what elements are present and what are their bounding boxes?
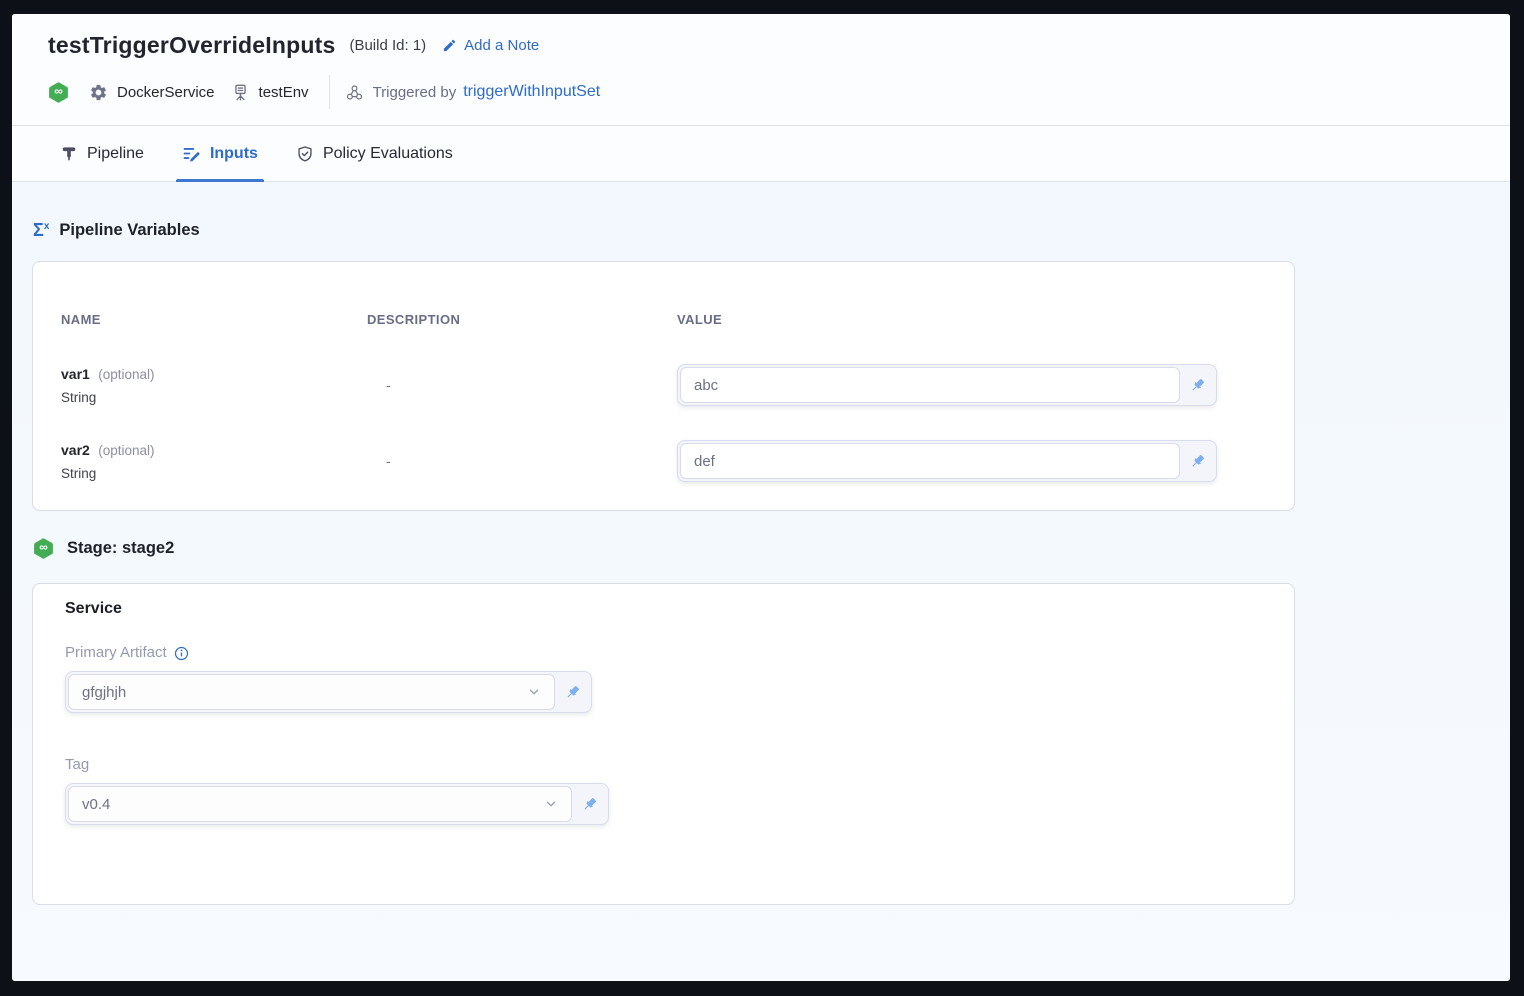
variable-value-cell bbox=[677, 364, 1254, 406]
primary-artifact-dropdown[interactable]: gfgjhjh bbox=[68, 674, 555, 710]
pin-button[interactable] bbox=[1180, 367, 1214, 403]
app-window: testTriggerOverrideInputs (Build Id: 1) … bbox=[12, 14, 1510, 981]
column-description: DESCRIPTION bbox=[367, 312, 677, 328]
pencil-icon bbox=[442, 38, 457, 53]
service-name: DockerService bbox=[117, 84, 215, 101]
variable-name: var1 bbox=[61, 366, 90, 382]
trigger-icon bbox=[345, 83, 364, 102]
add-note-label: Add a Note bbox=[464, 37, 539, 54]
stage-service-card: Service Primary Artifact gfgjhjh bbox=[32, 583, 1295, 905]
pipeline-icon bbox=[60, 145, 78, 163]
service-card-title: Service bbox=[65, 599, 1254, 619]
pin-button[interactable] bbox=[1180, 443, 1214, 479]
dropdown-group: gfgjhjh bbox=[65, 671, 592, 713]
variables-table-header: NAME DESCRIPTION VALUE bbox=[61, 312, 1254, 328]
tab-label: Policy Evaluations bbox=[323, 145, 453, 163]
variable-type: String bbox=[61, 390, 367, 405]
variable-description: - bbox=[367, 377, 677, 393]
cd-module-icon: ∞ bbox=[48, 82, 69, 103]
chevron-down-icon bbox=[527, 685, 541, 699]
tab-label: Inputs bbox=[210, 145, 258, 163]
tag-label: Tag bbox=[65, 755, 1254, 775]
tab-inputs[interactable]: Inputs bbox=[182, 126, 258, 181]
environment-name: testEnv bbox=[259, 84, 309, 101]
stage-heading: ∞ Stage: stage2 bbox=[32, 536, 1510, 560]
tag-field: v0.4 bbox=[65, 783, 1254, 825]
tab-bar: Pipeline Inputs Policy Evaluations bbox=[12, 125, 1510, 182]
chevron-down-icon bbox=[544, 797, 558, 811]
var1-value-input[interactable] bbox=[680, 367, 1180, 403]
environment-icon bbox=[231, 83, 250, 102]
divider bbox=[329, 75, 330, 109]
cd-stage-icon: ∞ bbox=[33, 538, 54, 559]
dropdown-value: v0.4 bbox=[82, 796, 110, 813]
build-id: (Build Id: 1) bbox=[349, 37, 426, 54]
pin-icon bbox=[581, 796, 598, 813]
pipeline-variables-heading: Σx Pipeline Variables bbox=[32, 218, 1510, 242]
pin-icon bbox=[1189, 377, 1206, 394]
variable-value-cell bbox=[677, 440, 1254, 482]
page-title: testTriggerOverrideInputs bbox=[48, 32, 335, 59]
column-name: NAME bbox=[61, 312, 367, 328]
meta-row: ∞ DockerService testEnv Triggered by tri… bbox=[48, 73, 1510, 111]
tab-label: Pipeline bbox=[87, 145, 144, 163]
value-input-group bbox=[677, 440, 1217, 482]
tag-dropdown[interactable]: v0.4 bbox=[68, 786, 572, 822]
primary-artifact-label: Primary Artifact bbox=[65, 643, 1254, 663]
column-value: VALUE bbox=[677, 312, 1254, 328]
dropdown-value: gfgjhjh bbox=[82, 684, 126, 701]
variable-name-cell: var1 (optional) String bbox=[61, 366, 367, 405]
triggered-by-label: Triggered by bbox=[373, 84, 457, 101]
add-note-link[interactable]: Add a Note bbox=[442, 37, 539, 54]
inputs-tab-content: Σx Pipeline Variables NAME DESCRIPTION V… bbox=[12, 182, 1510, 981]
variable-type: String bbox=[61, 466, 367, 481]
pin-icon bbox=[564, 684, 581, 701]
dropdown-group: v0.4 bbox=[65, 783, 609, 825]
value-input-group bbox=[677, 364, 1217, 406]
tab-policy-evaluations[interactable]: Policy Evaluations bbox=[296, 126, 453, 181]
sigma-variables-icon: Σx bbox=[33, 221, 49, 239]
header: testTriggerOverrideInputs (Build Id: 1) … bbox=[12, 14, 1510, 111]
title-row: testTriggerOverrideInputs (Build Id: 1) … bbox=[48, 30, 1510, 60]
var2-value-input[interactable] bbox=[680, 443, 1180, 479]
pipeline-variables-card: NAME DESCRIPTION VALUE var1 (optional) S… bbox=[32, 261, 1295, 511]
variable-name-cell: var2 (optional) String bbox=[61, 442, 367, 481]
pin-button[interactable] bbox=[555, 674, 589, 710]
optional-label: (optional) bbox=[98, 367, 154, 382]
info-icon[interactable] bbox=[174, 646, 189, 661]
inputs-icon bbox=[182, 144, 201, 163]
table-row: var1 (optional) String - bbox=[61, 364, 1254, 406]
optional-label: (optional) bbox=[98, 443, 154, 458]
trigger-link[interactable]: triggerWithInputSet bbox=[463, 83, 600, 101]
primary-artifact-field: gfgjhjh bbox=[65, 671, 1254, 713]
service-gear-icon bbox=[89, 83, 108, 102]
tab-pipeline[interactable]: Pipeline bbox=[60, 126, 144, 181]
stage-title: Stage: stage2 bbox=[67, 539, 174, 558]
table-row: var2 (optional) String - bbox=[61, 440, 1254, 482]
pin-icon bbox=[1189, 453, 1206, 470]
shield-check-icon bbox=[296, 145, 314, 163]
pin-button[interactable] bbox=[572, 786, 606, 822]
variable-description: - bbox=[367, 453, 677, 469]
section-title: Pipeline Variables bbox=[59, 221, 199, 240]
variable-name: var2 bbox=[61, 442, 90, 458]
